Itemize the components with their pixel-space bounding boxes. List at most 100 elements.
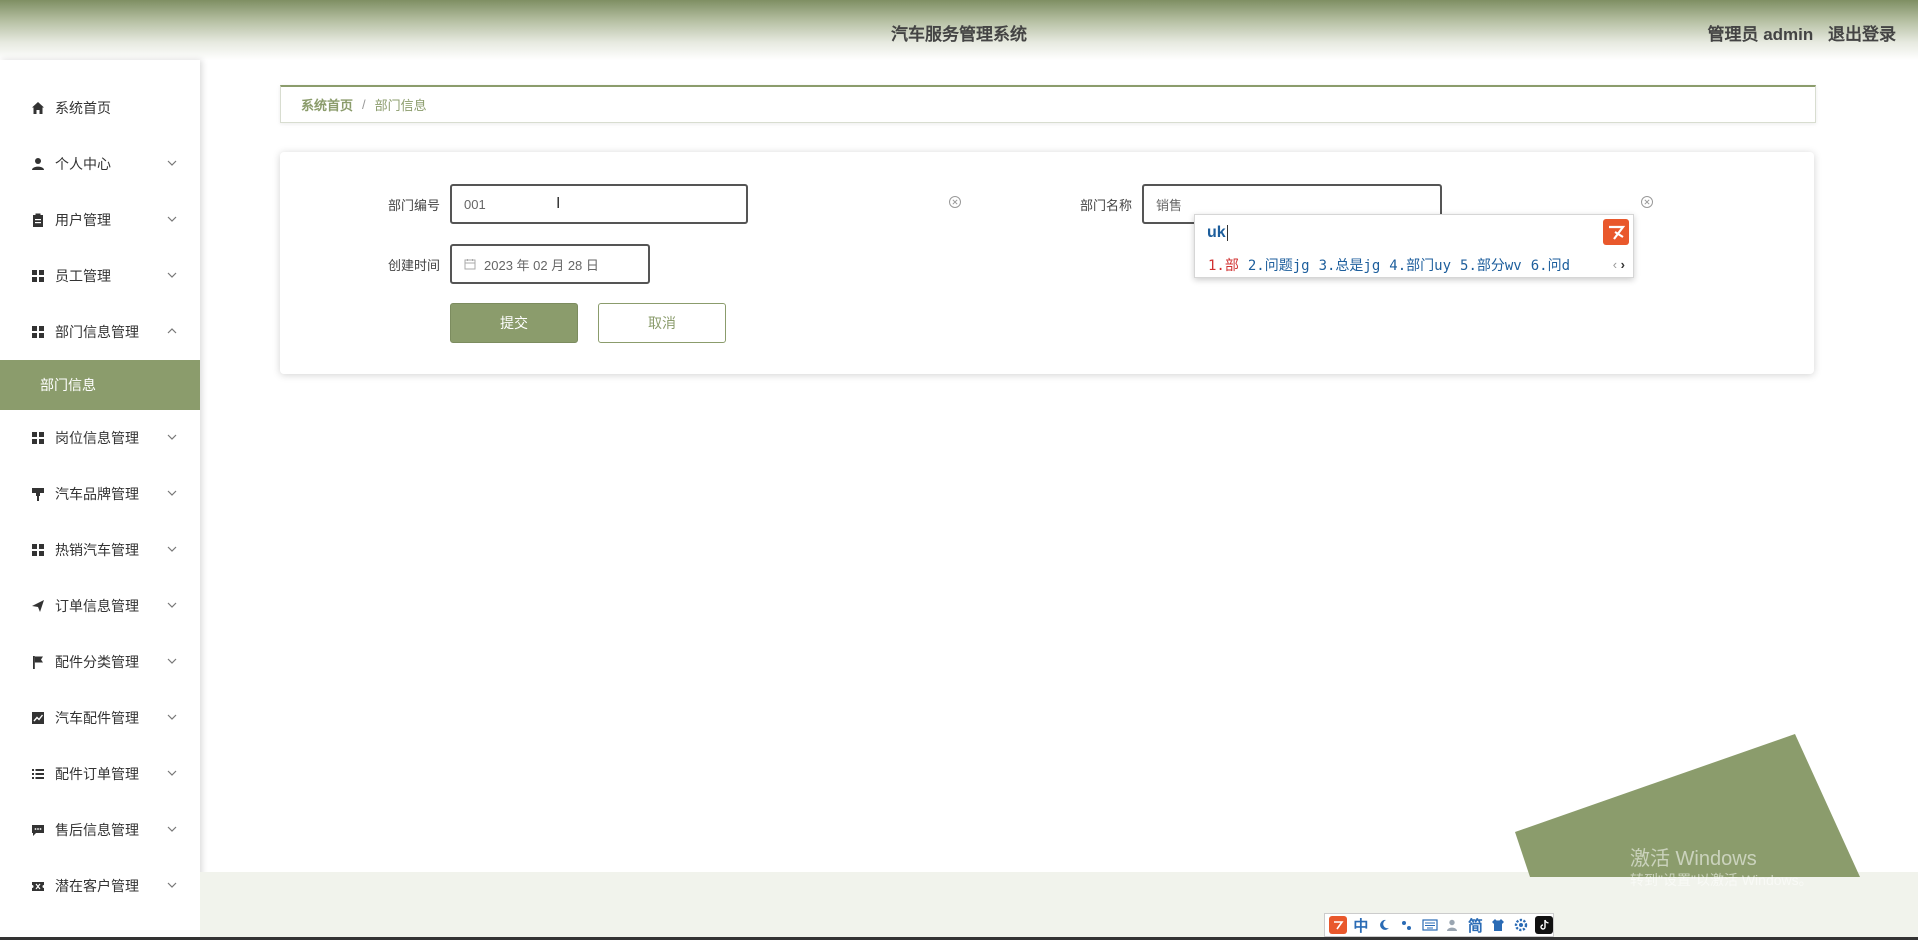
sidebar-item-label: 员工管理 bbox=[55, 268, 111, 284]
sidebar-item-users[interactable]: 用户管理 bbox=[0, 192, 200, 248]
calendar-icon bbox=[464, 259, 476, 270]
cancel-button[interactable]: 取消 bbox=[598, 303, 726, 343]
ime-page-nav[interactable]: ‹ › bbox=[1613, 257, 1625, 272]
ime-logo-icon[interactable] bbox=[1329, 916, 1347, 934]
created-date-value: 2023 年 02 月 28 日 bbox=[484, 257, 599, 273]
sidebar-item-label: 个人中心 bbox=[55, 156, 111, 172]
breadcrumb-separator: / bbox=[362, 97, 366, 112]
ime-candidate-list: 1.部 2.问题jg 3.总是jg 4.部门uy 5.部分wv 6.问d bbox=[1208, 255, 1579, 275]
sidebar-item-departments[interactable]: 部门信息管理 bbox=[0, 304, 200, 360]
sidebar-item-label: 配件订单管理 bbox=[55, 766, 139, 782]
dept-name-value: 销售 bbox=[1156, 197, 1183, 213]
sidebar-item-potential-customers[interactable]: 潜在客户管理 bbox=[0, 858, 200, 914]
clipboard-icon bbox=[30, 212, 46, 228]
breadcrumb-home[interactable]: 系统首页 bbox=[301, 95, 353, 114]
sidebar-item-label: 系统首页 bbox=[55, 100, 111, 116]
dept-name-label: 部门名称 bbox=[1079, 198, 1132, 213]
sidebar-item-label: 岗位信息管理 bbox=[55, 430, 139, 446]
chevron-down-icon bbox=[167, 160, 177, 166]
ime-candidate[interactable]: 2.问题jg bbox=[1248, 258, 1310, 274]
ime-mode-toggle[interactable]: 中 bbox=[1352, 916, 1370, 935]
sidebar-item-employees[interactable]: 员工管理 bbox=[0, 248, 200, 304]
sidebar-item-car-brands[interactable]: 汽车品牌管理 bbox=[0, 466, 200, 522]
text-cursor-icon: I bbox=[556, 195, 561, 212]
sidebar-item-label: 部门信息管理 bbox=[55, 324, 139, 340]
windows-watermark-subtitle: 转到"设置"以激活 Windows。 bbox=[1630, 872, 1813, 888]
sidebar-item-label: 汽车配件管理 bbox=[55, 710, 139, 726]
chevron-down-icon bbox=[167, 272, 177, 278]
created-time-label: 创建时间 bbox=[387, 258, 440, 273]
sidebar: 系统首页 个人中心 用户管理 员工管理 部门信息管理 部门信息 岗位信息管理 汽… bbox=[0, 60, 200, 940]
grid-icon bbox=[30, 268, 46, 284]
clear-icon[interactable] bbox=[1640, 195, 1654, 209]
keyboard-icon[interactable] bbox=[1421, 916, 1439, 934]
chevron-up-icon bbox=[167, 328, 177, 334]
sidebar-item-part-categories[interactable]: 配件分类管理 bbox=[0, 634, 200, 690]
windows-watermark-title: 激活 Windows bbox=[1630, 848, 1757, 870]
flag-icon bbox=[30, 654, 46, 670]
created-date-picker[interactable]: 2023 年 02 月 28 日 bbox=[450, 244, 650, 284]
user-icon[interactable] bbox=[1444, 916, 1462, 934]
sidebar-item-label: 汽车品牌管理 bbox=[55, 486, 139, 502]
chevron-down-icon bbox=[167, 826, 177, 832]
grid-icon bbox=[30, 542, 46, 558]
grid-icon bbox=[30, 430, 46, 446]
ime-candidate[interactable]: 3.总是jg bbox=[1319, 258, 1381, 274]
sidebar-item-label: 热销汽车管理 bbox=[55, 542, 139, 558]
sidebar-item-positions[interactable]: 岗位信息管理 bbox=[0, 410, 200, 466]
sidebar-item-label: 售后信息管理 bbox=[55, 822, 139, 838]
breadcrumb: 系统首页 / 部门信息 bbox=[280, 85, 1816, 123]
chevron-down-icon bbox=[167, 770, 177, 776]
chevron-down-icon bbox=[167, 490, 177, 496]
sidebar-item-label: 配件分类管理 bbox=[55, 654, 139, 670]
app-title: 汽车服务管理系统 bbox=[891, 25, 1027, 44]
chat-icon bbox=[30, 822, 46, 838]
sidebar-item-label: 订单信息管理 bbox=[55, 598, 139, 614]
chevron-down-icon bbox=[167, 882, 177, 888]
chevron-down-icon bbox=[167, 216, 177, 222]
sidebar-item-part-orders[interactable]: 配件订单管理 bbox=[0, 746, 200, 802]
sidebar-item-hot-cars[interactable]: 热销汽车管理 bbox=[0, 522, 200, 578]
home-icon bbox=[30, 100, 46, 116]
user-area: 管理员 admin 退出登录 bbox=[1697, 20, 1896, 45]
chevron-down-icon bbox=[167, 602, 177, 608]
tiktok-icon[interactable] bbox=[1535, 916, 1554, 934]
breadcrumb-current: 部门信息 bbox=[374, 98, 427, 113]
ticket-icon bbox=[30, 878, 46, 894]
send-icon bbox=[30, 598, 46, 614]
punctuation-icon[interactable] bbox=[1398, 916, 1416, 934]
person-icon bbox=[30, 156, 46, 172]
ime-candidate[interactable]: 1.部 bbox=[1208, 258, 1239, 274]
chevron-down-icon bbox=[167, 658, 177, 664]
ime-candidate[interactable]: 6.问d bbox=[1531, 258, 1570, 274]
submit-button[interactable]: 提交 bbox=[450, 303, 578, 343]
sidebar-item-after-sales[interactable]: 售后信息管理 bbox=[0, 802, 200, 858]
brush-icon bbox=[30, 486, 46, 502]
moon-icon[interactable] bbox=[1375, 916, 1393, 934]
sidebar-item-label: 用户管理 bbox=[55, 212, 111, 228]
chevron-down-icon bbox=[167, 546, 177, 552]
top-header: 汽车服务管理系统 管理员 admin 退出登录 bbox=[0, 0, 1918, 60]
ime-candidate-popup: uk 1.部 2.问题jg 3.总是jg 4.部门uy 5.部分wv 6.问d ‹ › bbox=[1194, 214, 1634, 278]
dept-no-input[interactable]: 001 I bbox=[450, 184, 748, 224]
ime-candidate[interactable]: 4.部门uy bbox=[1389, 258, 1451, 274]
logout-link[interactable]: 退出登录 bbox=[1828, 25, 1896, 44]
ime-toolbar: 中 简 bbox=[1324, 913, 1554, 937]
sidebar-item-home[interactable]: 系统首页 bbox=[0, 80, 200, 136]
gear-icon[interactable] bbox=[1512, 916, 1530, 934]
dept-no-value: 001 bbox=[464, 196, 486, 212]
grid-icon bbox=[30, 324, 46, 340]
ime-candidate[interactable]: 5.部分wv bbox=[1460, 258, 1522, 274]
chart-icon bbox=[30, 710, 46, 726]
sidebar-item-orders[interactable]: 订单信息管理 bbox=[0, 578, 200, 634]
sidebar-item-personal[interactable]: 个人中心 bbox=[0, 136, 200, 192]
chevron-down-icon bbox=[167, 714, 177, 720]
chevron-down-icon bbox=[167, 434, 177, 440]
user-label: 管理员 admin bbox=[1707, 25, 1814, 44]
ime-logo-icon bbox=[1603, 219, 1629, 245]
simplified-toggle[interactable]: 简 bbox=[1466, 916, 1484, 935]
sidebar-item-car-parts[interactable]: 汽车配件管理 bbox=[0, 690, 200, 746]
skin-icon[interactable] bbox=[1489, 916, 1507, 934]
clear-icon[interactable] bbox=[948, 195, 962, 209]
sidebar-subitem-department-info[interactable]: 部门信息 bbox=[0, 360, 200, 410]
